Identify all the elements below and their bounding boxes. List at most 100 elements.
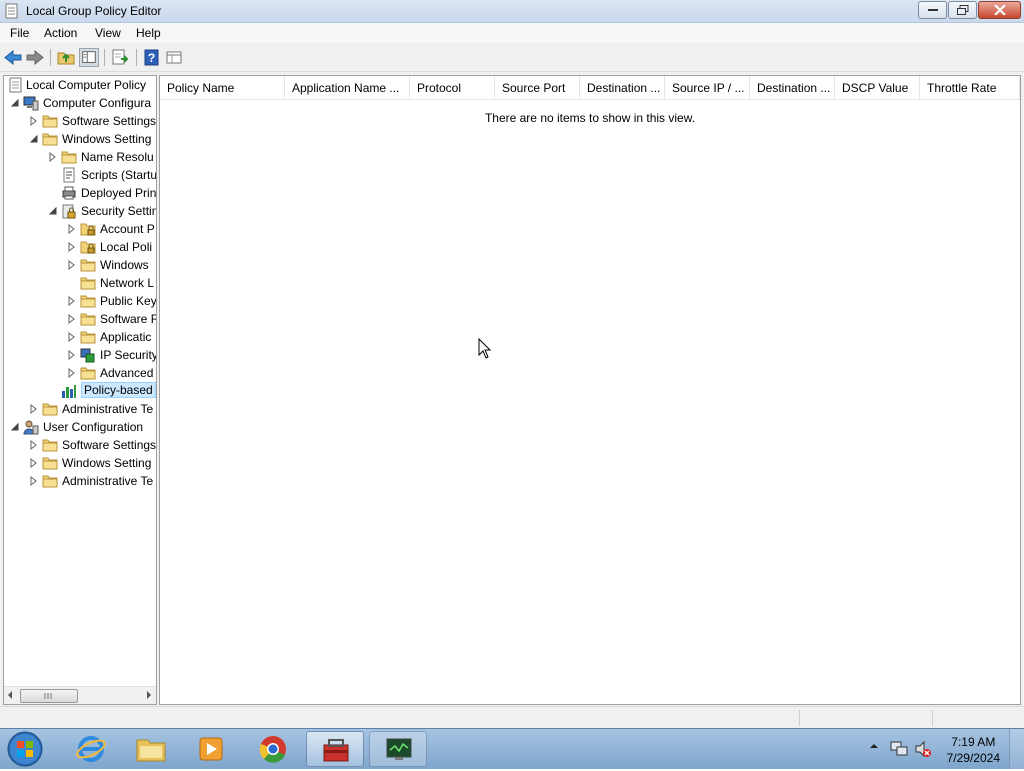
forward-icon[interactable] — [25, 48, 45, 67]
tree-item[interactable]: Security Settin — [4, 202, 156, 220]
tree-item[interactable]: IP Security — [4, 346, 156, 364]
tree-item[interactable]: Administrative Te — [4, 400, 156, 418]
taskbar: 7:19 AM 7/29/2024 — [0, 728, 1024, 769]
back-icon[interactable] — [3, 48, 23, 67]
minimize-button[interactable] — [918, 1, 947, 19]
column-header-label: Protocol — [417, 81, 462, 95]
folder-icon — [42, 115, 58, 128]
column-header-item[interactable]: Protocol — [410, 76, 495, 99]
tree-item-local-computer-policy[interactable]: Local Computer Policy — [4, 76, 156, 94]
show-hidden-icons-icon[interactable] — [870, 742, 878, 750]
monitor-taskbar-button[interactable] — [369, 731, 427, 767]
menu-action[interactable]: Action — [44, 26, 77, 40]
scrollbar-thumb[interactable] — [20, 689, 78, 703]
security-icon — [62, 204, 76, 219]
tree-item[interactable]: Local Poli — [4, 238, 156, 256]
tree-item[interactable]: Advanced — [4, 364, 156, 382]
collapse-arrow-icon[interactable] — [29, 134, 39, 144]
console-tree[interactable]: Local Computer Policy Computer Configura… — [3, 75, 157, 705]
tree-item-label: Administrative Te — [62, 474, 154, 488]
horizontal-scrollbar[interactable] — [4, 686, 156, 704]
column-header-item[interactable]: DSCP Value — [835, 76, 920, 99]
show-desktop-button[interactable] — [1009, 729, 1024, 769]
tree-item[interactable]: Administrative Te — [4, 472, 156, 490]
export-list-icon[interactable] — [110, 48, 130, 67]
tree-item[interactable]: Public Key — [4, 292, 156, 310]
tree-item[interactable]: Software R — [4, 310, 156, 328]
network-icon[interactable] — [890, 740, 908, 758]
expand-arrow-icon[interactable] — [67, 224, 77, 234]
tree-item[interactable]: Applicatic — [4, 328, 156, 346]
restore-button[interactable] — [948, 1, 977, 19]
show-hide-tree-icon[interactable] — [79, 48, 99, 67]
status-divider — [799, 710, 800, 726]
toolbar-separator — [50, 49, 51, 66]
tree-item[interactable]: Name Resolu — [4, 148, 156, 166]
volume-muted-icon[interactable] — [914, 740, 932, 758]
column-header-item[interactable]: Destination ... — [750, 76, 835, 99]
column-header-item[interactable]: Application Name ... — [285, 76, 410, 99]
expand-arrow-icon[interactable] — [29, 458, 39, 468]
tree-item-label: Local Computer Policy — [26, 78, 147, 92]
printer-icon — [62, 186, 76, 200]
tree-item[interactable]: Windows — [4, 256, 156, 274]
tree-item[interactable]: Computer Configura — [4, 94, 156, 112]
expand-arrow-icon[interactable] — [67, 332, 77, 342]
title-bar[interactable]: Local Group Policy Editor — [0, 0, 1024, 23]
expand-arrow-icon[interactable] — [67, 260, 77, 270]
scroll-right-icon[interactable] — [146, 691, 152, 699]
tree-item[interactable]: Windows Setting — [4, 130, 156, 148]
folder-icon — [80, 367, 96, 380]
expand-arrow-icon[interactable] — [48, 152, 58, 162]
properties-icon[interactable] — [164, 48, 184, 67]
close-button[interactable] — [978, 1, 1021, 19]
clock[interactable]: 7:19 AM 7/29/2024 — [947, 734, 1000, 766]
ipsec-icon — [80, 348, 95, 363]
internet-explorer-icon[interactable] — [62, 731, 120, 767]
expand-arrow-icon[interactable] — [67, 368, 77, 378]
tree-item[interactable]: Windows Setting — [4, 454, 156, 472]
menu-help[interactable]: Help — [136, 26, 161, 40]
expand-arrow-icon[interactable] — [67, 296, 77, 306]
column-header-item[interactable]: Source Port — [495, 76, 580, 99]
policy-editor-icon — [5, 3, 18, 19]
expand-arrow-icon[interactable] — [29, 440, 39, 450]
column-header-item[interactable]: Source IP / ... — [665, 76, 750, 99]
tree-item[interactable]: Account P — [4, 220, 156, 238]
group-policy-editor-taskbar-button[interactable] — [306, 731, 364, 767]
folder-icon — [80, 259, 96, 272]
tree-item[interactable]: User Configuration — [4, 418, 156, 436]
column-header-item[interactable]: Throttle Rate — [920, 76, 1020, 99]
tree-item[interactable]: Software Settings — [4, 436, 156, 454]
up-folder-icon[interactable] — [56, 48, 76, 67]
start-button[interactable] — [4, 730, 46, 768]
expand-arrow-icon[interactable] — [67, 242, 77, 252]
tree-item[interactable]: Policy-based — [4, 382, 156, 400]
expand-arrow-icon[interactable] — [29, 404, 39, 414]
computer-icon — [23, 96, 39, 111]
collapse-arrow-icon[interactable] — [48, 206, 58, 216]
media-player-icon[interactable] — [182, 731, 240, 767]
tree-item[interactable]: Deployed Prin — [4, 184, 156, 202]
expand-arrow-icon[interactable] — [29, 116, 39, 126]
expand-arrow-icon[interactable] — [67, 314, 77, 324]
tree-item-label: Applicatic — [100, 330, 152, 344]
collapse-arrow-icon[interactable] — [10, 98, 20, 108]
toolbar-separator — [104, 49, 105, 66]
tree-item-label: IP Security — [100, 348, 157, 362]
expand-arrow-icon[interactable] — [67, 350, 77, 360]
tree-item[interactable]: Network L — [4, 274, 156, 292]
tree-item[interactable]: Scripts (Startu — [4, 166, 156, 184]
result-pane[interactable]: Policy Name Application Name ... Protocol S… — [159, 75, 1021, 705]
expand-arrow-icon[interactable] — [29, 476, 39, 486]
column-header-item[interactable]: Policy Name — [160, 76, 285, 99]
menu-view[interactable]: View — [95, 26, 121, 40]
menu-file[interactable]: File — [10, 26, 29, 40]
chrome-icon[interactable] — [244, 731, 302, 767]
collapse-arrow-icon[interactable] — [10, 422, 20, 432]
windows-explorer-icon[interactable] — [122, 731, 180, 767]
column-header-item[interactable]: Destination ... — [580, 76, 665, 99]
tree-item[interactable]: Software Settings — [4, 112, 156, 130]
scroll-left-icon[interactable] — [7, 691, 13, 699]
help-icon[interactable]: ? — [142, 48, 162, 67]
